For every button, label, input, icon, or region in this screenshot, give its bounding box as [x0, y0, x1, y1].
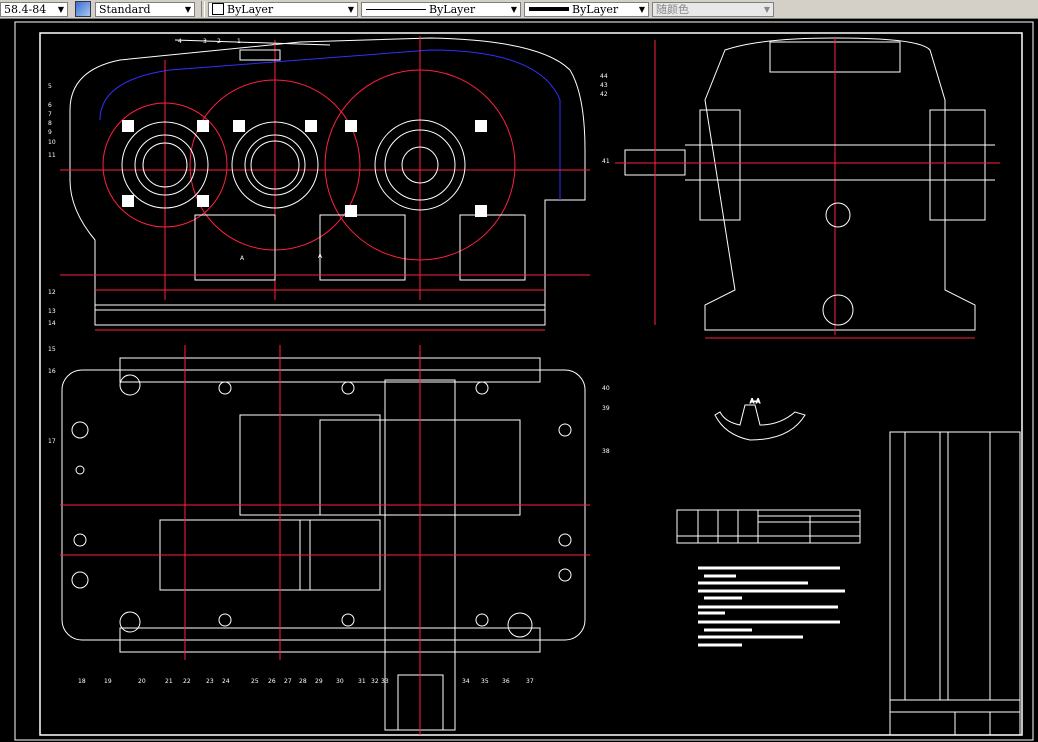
drawing-canvas[interactable]: A-A 4 3 2 1 5 6 7 8 9 10 11 12 13 14 44 …: [0, 18, 1038, 742]
balloon: 18: [78, 678, 86, 685]
chevron-down-icon: ▼: [347, 4, 354, 14]
balloon-labels: 4 3 2 1 5 6 7 8 9 10 11 12 13 14 44 43 4…: [48, 38, 610, 455]
balloon: 30: [336, 678, 344, 685]
dimstyle-dropdown[interactable]: 58.4-84 ▼: [0, 1, 68, 17]
lineweight-sample-icon: [529, 7, 569, 11]
linetype-value: ByLayer: [429, 2, 476, 16]
balloon: 9: [48, 129, 52, 136]
linetype-sample-icon: [366, 8, 426, 10]
balloon: 17: [48, 438, 56, 445]
balloon: 3: [203, 38, 207, 45]
chevron-down-icon: ▼: [763, 4, 770, 14]
section-label: A-A: [750, 398, 761, 405]
dimstyle-value: 58.4-84: [4, 2, 47, 16]
color-swatch-icon: [212, 3, 224, 15]
color-dropdown[interactable]: ByLayer ▼: [208, 1, 358, 17]
balloon: 13: [48, 308, 56, 315]
balloon: 11: [48, 152, 56, 159]
section-a-a: A-A: [714, 398, 806, 441]
balloon: 7: [48, 111, 52, 118]
balloon: 4: [178, 38, 182, 45]
balloon: 15: [48, 346, 56, 353]
balloon: 12: [48, 289, 56, 296]
technical-notes: [698, 566, 845, 647]
balloon: 6: [48, 102, 52, 109]
section-mark: A: [318, 253, 323, 260]
balloon: 19: [104, 678, 112, 685]
lineweight-dropdown[interactable]: ByLayer ▼: [524, 1, 649, 17]
section-mark: A: [240, 255, 245, 262]
balloon: 39: [602, 405, 610, 412]
balloon: 5: [48, 83, 52, 90]
textstyle-value: Standard: [99, 2, 151, 16]
toolbar-separator: [201, 1, 205, 17]
balloon: 26: [268, 678, 276, 685]
gear-parameter-table: [676, 509, 861, 544]
balloon: 34: [462, 678, 470, 685]
balloon: 16: [48, 368, 56, 375]
front-view: [60, 36, 590, 331]
balloon: 1: [237, 38, 241, 45]
sheet-border: [14, 21, 1034, 741]
balloon: 43: [600, 82, 608, 89]
balloon: 41: [602, 158, 610, 165]
balloon: 2: [217, 38, 221, 45]
balloon: 14: [48, 320, 56, 327]
color-value: ByLayer: [227, 2, 274, 16]
balloon: 27: [284, 678, 292, 685]
balloon: 22: [183, 678, 191, 685]
plotstyle-value: 随颜色: [656, 3, 689, 16]
top-view: [60, 345, 590, 735]
chevron-down-icon: ▼: [184, 4, 191, 14]
parts-list-table: [889, 431, 1021, 736]
balloon: 38: [602, 448, 610, 455]
balloon: 29: [315, 678, 323, 685]
chevron-down-icon: ▼: [57, 4, 64, 14]
balloon: 28: [299, 678, 307, 685]
balloon: 44: [600, 73, 608, 80]
balloon: 23: [206, 678, 214, 685]
balloon: 8: [48, 120, 52, 127]
balloon: 35: [481, 678, 489, 685]
balloon: 24: [222, 678, 230, 685]
balloon: 36: [502, 678, 510, 685]
balloon: 42: [600, 91, 608, 98]
chevron-down-icon: ▼: [638, 4, 645, 14]
balloon: 37: [526, 678, 534, 685]
balloon: 20: [138, 678, 146, 685]
balloon: 10: [48, 139, 56, 146]
bottom-balloon-labels: 18 19 20 21 22 23 24 25 26 27 28 29 30 31 32 33 34 35 36 37: [78, 678, 534, 685]
linetype-dropdown[interactable]: ByLayer ▼: [361, 1, 521, 17]
text-style-icon[interactable]: [75, 1, 91, 17]
side-view: [615, 37, 1000, 339]
textstyle-dropdown[interactable]: Standard ▼: [95, 1, 195, 17]
balloon: 32: [371, 678, 379, 685]
balloon: 21: [165, 678, 173, 685]
balloon: 31: [358, 678, 366, 685]
plotstyle-dropdown: 随颜色 ▼: [652, 1, 774, 17]
balloon: 40: [602, 385, 610, 392]
balloon: 33: [381, 678, 389, 685]
lineweight-value: ByLayer: [572, 2, 619, 16]
properties-toolbar: 58.4-84 ▼ Standard ▼ ByLayer ▼ ByLayer ▼ ByL…: [0, 0, 1038, 19]
balloon: 25: [251, 678, 259, 685]
chevron-down-icon: ▼: [510, 4, 517, 14]
